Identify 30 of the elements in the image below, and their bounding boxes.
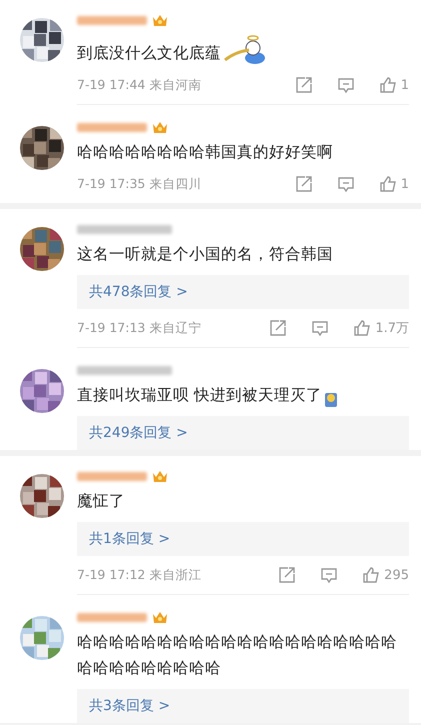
comment-icon[interactable] (311, 319, 330, 337)
comment-time: 7-19 17:35 来自四川 (77, 176, 202, 192)
thumbs-up-icon (378, 76, 397, 94)
comment-time: 7-19 17:44 来自河南 (77, 76, 202, 94)
replies-link[interactable]: 共3条回复 > (77, 689, 409, 723)
comment-icon[interactable] (320, 566, 338, 584)
comment-time: 7-19 17:13 来自辽宁 (77, 320, 202, 336)
comment-icon[interactable] (336, 175, 355, 193)
share-icon[interactable] (294, 76, 313, 94)
comment-text: 哈哈哈哈哈哈哈哈韩国真的好好笑啊 (77, 142, 333, 163)
thumbs-up-icon (378, 175, 397, 193)
share-icon[interactable] (278, 566, 296, 584)
like-button[interactable]: 1.7万 (353, 319, 409, 337)
comment-text: 这名一听就是个小国的名，符合韩国 (77, 244, 333, 265)
thumbs-up-icon (353, 319, 372, 337)
like-button[interactable]: 1 (378, 175, 409, 193)
comment-icon[interactable] (336, 76, 355, 94)
like-button[interactable]: 295 (362, 566, 409, 584)
comment-text: 魔怔了 (77, 491, 125, 512)
comment-text: 到底没什么文化底蕴 (77, 43, 221, 64)
replies-link[interactable]: 共1条回复 > (77, 522, 409, 556)
thumbs-up-icon (362, 566, 380, 584)
replies-link[interactable]: 共478条回复 > (77, 275, 409, 309)
share-icon[interactable] (294, 175, 313, 193)
comment-text: 直接叫坎瑞亚呗 快进到被天理灭了 (77, 385, 322, 406)
replies-link[interactable]: 共249条回复 > (77, 416, 409, 450)
comment-time: 7-19 17:12 来自浙江 (77, 566, 202, 584)
comment-text: 哈哈哈哈哈哈哈哈哈哈哈哈哈哈哈哈哈哈哈哈哈哈哈哈哈哈哈哈哈 (77, 632, 398, 679)
like-button[interactable]: 1 (378, 76, 409, 94)
share-icon[interactable] (269, 319, 288, 337)
